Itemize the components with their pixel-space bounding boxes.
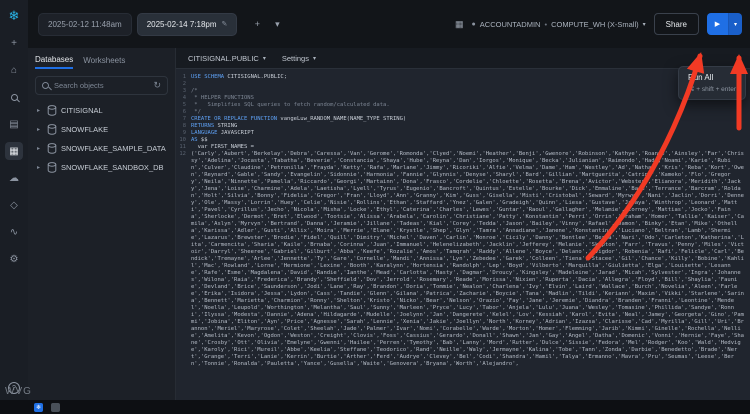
- magnifier-glyph: [10, 93, 18, 101]
- tab-databases[interactable]: Databases: [35, 55, 74, 69]
- line-number: 9: [182, 130, 186, 136]
- schema-context-selector[interactable]: CITISIGNAL.PUBLIC ▾: [188, 54, 266, 63]
- line-number: 12: [179, 151, 186, 157]
- database-tree: ▸ CITISIGNAL ▸ SNOWFLAKE ▸ SNOWFLAKE_SAM…: [35, 101, 168, 177]
- warehouse-label: COMPUTE_WH (X-Small): [551, 19, 639, 29]
- code-line-wrapped: 12 ('Carly','Aubert','Berkelay','Debra',…: [176, 151, 750, 368]
- editor-context-bar: CITISIGNAL.PUBLIC ▾ Settings ▾: [176, 48, 750, 69]
- line-number: 7: [182, 116, 186, 122]
- settings-label: Settings: [281, 53, 309, 63]
- sql-code-editor[interactable]: 1 USE SCHEMA CITISIGNAL.PUBLIC; 2 3/* 4 *…: [176, 69, 750, 400]
- tree-item-label: SNOWFLAKE_SANDBOX_DB: [61, 163, 164, 172]
- edit-icon: ✎: [221, 21, 228, 28]
- line-number: 11: [179, 144, 186, 150]
- code-line: 2: [176, 81, 750, 88]
- worksheet-tab-1[interactable]: 2025-02-12 11:48am: [38, 12, 132, 36]
- search-icon: [42, 82, 49, 89]
- tree-chevron-icon[interactable]: ▸: [37, 107, 43, 114]
- home-icon[interactable]: ⌂: [5, 61, 23, 79]
- top-header: 2025-02-12 11:48am 2025-02-14 7:18pm ✎ +…: [28, 0, 750, 48]
- run-button[interactable]: ▶: [707, 13, 728, 35]
- tree-item-label: SNOWFLAKE: [61, 125, 109, 134]
- worksheet-tab-2-label: 2025-02-14 7:18pm: [146, 19, 217, 29]
- tree-item-snowflake-sandbox-db[interactable]: ▸ SNOWFLAKE_SANDBOX_DB: [35, 158, 168, 177]
- line-number: 10: [179, 137, 186, 143]
- marketplace-icon[interactable]: ◇: [5, 196, 23, 214]
- code-line: 6 */: [176, 109, 750, 116]
- cloud-icon[interactable]: ☁: [5, 169, 23, 187]
- worksheet-tabs: 2025-02-12 11:48am 2025-02-14 7:18pm ✎ +…: [38, 12, 285, 36]
- context-separator: •: [544, 19, 548, 29]
- line-number: 6: [182, 109, 186, 115]
- tree-item-label: SNOWFLAKE_SAMPLE_DATA: [61, 144, 166, 153]
- bottom-strip: ❄: [0, 400, 750, 414]
- code-line: 9 LANGUAGE JAVASCRIPT: [176, 130, 750, 137]
- object-search: ↻: [35, 76, 168, 95]
- run-all-shortcut: ⌘ + shift + enter: [687, 86, 736, 93]
- line-number: 8: [182, 123, 186, 129]
- schema-context-label: CITISIGNAL.PUBLIC: [188, 53, 259, 63]
- new-tab-button[interactable]: +: [249, 16, 265, 32]
- admin-icon[interactable]: ⚙: [5, 250, 23, 268]
- tab-worksheets[interactable]: Worksheets: [83, 56, 125, 68]
- dock-app-icon[interactable]: [51, 402, 60, 412]
- tree-item-snowflake[interactable]: ▸ SNOWFLAKE: [35, 120, 168, 139]
- worksheet-editor: CITISIGNAL.PUBLIC ▾ Settings ▾ 1 USE SCHE…: [176, 48, 750, 400]
- database-cylinder-icon: [47, 162, 57, 173]
- code-line: 11 var FIRST_NAMES =: [176, 144, 750, 151]
- role-selector[interactable]: ● ACCOUNTADMIN • COMPUTE_WH (X-Small) ▾: [472, 20, 646, 29]
- apps-grid-icon[interactable]: ▦: [455, 19, 464, 30]
- tree-chevron-icon[interactable]: ▸: [37, 126, 43, 133]
- database-cylinder-icon: [47, 105, 57, 116]
- tab-list-chevron-icon[interactable]: ▾: [269, 16, 285, 32]
- settings-selector[interactable]: Settings ▾: [282, 54, 316, 63]
- code-line: 5 * Simplifies SQL queries to fetch rand…: [176, 102, 750, 109]
- line-number: 1: [182, 74, 186, 80]
- activity-icon[interactable]: ∿: [5, 223, 23, 241]
- worksheets-icon[interactable]: ▤: [5, 115, 23, 133]
- left-nav-rail: ❄ + ⌂ ▤ ▦ ☁ ◇ ∿ ⚙ ?: [0, 0, 28, 400]
- tree-chevron-icon[interactable]: ▸: [37, 145, 43, 152]
- databases-icon[interactable]: ▦: [5, 142, 23, 160]
- new-worksheet-icon[interactable]: +: [5, 34, 23, 52]
- code-line: 8 RETURNS STRING: [176, 123, 750, 130]
- tree-chevron-icon[interactable]: ▸: [37, 164, 43, 171]
- code-line: 7 CREATE OR REPLACE FUNCTION vangeLuw_RAN…: [176, 116, 750, 123]
- dock-snowflake-icon[interactable]: ❄: [34, 402, 43, 412]
- run-all-menu-item[interactable]: Run All: [688, 73, 736, 82]
- tree-item-citisignal[interactable]: ▸ CITISIGNAL: [35, 101, 168, 120]
- watermark-text: WVG: [5, 386, 32, 397]
- share-button[interactable]: Share: [653, 13, 699, 35]
- code-line: 4 * HELPER FUNCTIONS: [176, 95, 750, 102]
- role-label: ACCOUNTADMIN: [479, 19, 541, 29]
- run-options-chevron[interactable]: ▾: [728, 13, 742, 35]
- line-number: 4: [182, 95, 186, 101]
- user-icon: ●: [471, 20, 476, 28]
- object-browser-panel: Databases Worksheets ↻ ▸ CITISIGNAL ▸ SN…: [28, 48, 176, 400]
- database-cylinder-icon: [47, 124, 57, 135]
- search-objects-input[interactable]: [54, 81, 149, 90]
- worksheet-tab-2[interactable]: 2025-02-14 7:18pm ✎: [136, 12, 238, 36]
- first-names-array-literal: ('Carly','Aubert','Berkelay','Debra','Ca…: [191, 151, 744, 367]
- code-line: 1 USE SCHEMA CITISIGNAL.PUBLIC;: [176, 74, 750, 81]
- snowflake-logo-icon: ❄: [8, 8, 20, 23]
- line-number: 5: [182, 102, 186, 108]
- run-all-menu: Run All ⌘ + shift + enter: [677, 66, 746, 100]
- search-icon[interactable]: [5, 88, 23, 106]
- database-cylinder-icon: [47, 143, 57, 154]
- refresh-icon[interactable]: ↻: [153, 80, 161, 91]
- chevron-down-icon: ▾: [262, 55, 266, 62]
- worksheet-tab-1-label: 2025-02-12 11:48am: [48, 19, 122, 29]
- line-number: 2: [182, 81, 186, 87]
- code-line: 3/*: [176, 88, 750, 95]
- chevron-down-icon: ▾: [312, 55, 316, 62]
- tree-item-snowflake-sample-data[interactable]: ▸ SNOWFLAKE_SAMPLE_DATA: [35, 139, 168, 158]
- header-right-cluster: ▦ ● ACCOUNTADMIN • COMPUTE_WH (X-Small) …: [455, 13, 742, 35]
- run-split-button: ▶ ▾: [707, 13, 742, 35]
- chevron-down-icon: ▾: [642, 21, 646, 28]
- share-label: Share: [665, 19, 687, 29]
- tree-item-label: CITISIGNAL: [61, 106, 103, 115]
- line-number: 3: [182, 88, 186, 94]
- code-line: 10 AS $$: [176, 137, 750, 144]
